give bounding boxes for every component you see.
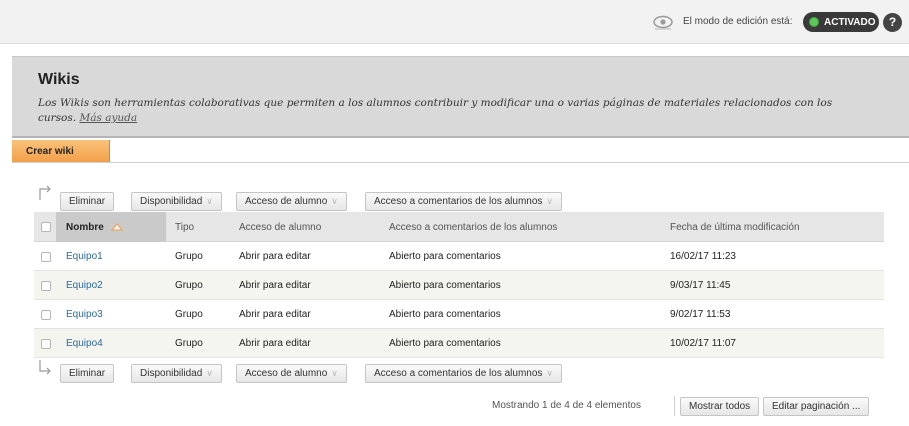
wiki-name-link[interactable]: Equipo1 — [66, 251, 103, 262]
edit-mode-toggle[interactable]: ACTIVADO — [803, 12, 879, 32]
table-row: Equipo1 Grupo Abrir para editar Abierto … — [34, 242, 884, 271]
sort-ascending-icon — [110, 223, 123, 231]
show-all-button[interactable]: Mostrar todos — [680, 397, 760, 416]
availability-label: Disponibilidad — [140, 196, 203, 207]
wiki-type: Grupo — [175, 251, 203, 262]
edit-mode-state: ACTIVADO — [824, 16, 876, 28]
comment-access-dropdown[interactable]: Acceso a comentarios de los alumnos ∨ — [365, 364, 563, 383]
column-header-comment-access[interactable]: Acceso a comentarios de los alumnos — [389, 222, 557, 233]
edit-mode-label: El modo de edición está: — [683, 16, 793, 27]
comment-access-dropdown[interactable]: Acceso a comentarios de los alumnos ∨ — [365, 192, 563, 211]
page-title: Wikis — [38, 71, 80, 88]
table-header: Nombre Tipo Acceso de alumno Acceso a co… — [34, 212, 884, 242]
chevron-down-icon: ∨ — [546, 368, 554, 378]
comment-access-label: Acceso a comentarios de los alumnos — [374, 196, 543, 207]
wiki-modified-date: 16/02/17 11:23 — [670, 251, 736, 262]
student-access-dropdown[interactable]: Acceso de alumno ∨ — [236, 192, 347, 211]
comment-access-label: Acceso a comentarios de los alumnos — [374, 368, 543, 379]
select-arrow-icon — [39, 360, 51, 375]
delete-button[interactable]: Eliminar — [60, 364, 115, 383]
wiki-student-access: Abrir para editar — [239, 309, 311, 320]
row-checkbox[interactable] — [41, 339, 51, 349]
wiki-comment-access: Abierto para comentarios — [389, 309, 501, 320]
table-row: Equipo3 Grupo Abrir para editar Abierto … — [34, 300, 884, 329]
column-header-label: Nombre — [66, 222, 104, 233]
chevron-down-icon: ∨ — [331, 196, 338, 206]
availability-dropdown[interactable]: Disponibilidad ∨ — [131, 364, 222, 383]
table-row: Equipo4 Grupo Abrir para editar Abierto … — [34, 329, 884, 358]
chevron-down-icon: ∨ — [206, 368, 213, 378]
action-bar: Crear wiki — [12, 139, 909, 163]
description-text: Los Wikis son herramientas colaborativas… — [38, 97, 833, 124]
student-access-dropdown[interactable]: Acceso de alumno ∨ — [236, 364, 347, 383]
table-row: Equipo2 Grupo Abrir para editar Abierto … — [34, 271, 884, 300]
chevron-down-icon: ∨ — [546, 196, 554, 206]
delete-label: Eliminar — [69, 196, 106, 207]
delete-button[interactable]: Eliminar — [60, 192, 115, 211]
column-header-type[interactable]: Tipo — [175, 222, 194, 233]
wiki-name-link[interactable]: Equipo4 — [66, 338, 103, 349]
wiki-student-access: Abrir para editar — [239, 280, 311, 291]
more-help-link[interactable]: Más ayuda — [79, 112, 137, 124]
wiki-name-link[interactable]: Equipo2 — [66, 280, 103, 291]
availability-label: Disponibilidad — [140, 368, 203, 379]
column-header-student-access[interactable]: Acceso de alumno — [239, 222, 321, 233]
select-arrow-icon — [39, 185, 51, 200]
column-header-modified-date[interactable]: Fecha de última modificación — [670, 222, 800, 233]
wiki-modified-date: 9/02/17 11:53 — [670, 309, 731, 320]
wiki-type: Grupo — [175, 309, 203, 320]
status-dot-icon — [809, 17, 819, 27]
edit-paging-button[interactable]: Editar paginación ... — [763, 397, 870, 416]
row-checkbox[interactable] — [41, 310, 51, 320]
wiki-comment-access: Abierto para comentarios — [389, 280, 501, 291]
wiki-comment-access: Abierto para comentarios — [389, 338, 501, 349]
pagination-summary: Mostrando 1 de 4 de 4 elementos — [492, 400, 641, 411]
student-access-label: Acceso de alumno — [245, 196, 328, 207]
wiki-modified-date: 10/02/17 11:07 — [670, 338, 736, 349]
wiki-type: Grupo — [175, 338, 203, 349]
column-header-name[interactable]: Nombre — [66, 222, 123, 233]
wiki-name-link[interactable]: Equipo3 — [66, 309, 103, 320]
student-access-label: Acceso de alumno — [245, 368, 328, 379]
wiki-type: Grupo — [175, 280, 203, 291]
divider — [674, 396, 675, 416]
top-bar: El modo de edición está: ACTIVADO ? — [0, 0, 909, 44]
wiki-student-access: Abrir para editar — [239, 251, 311, 262]
wiki-modified-date: 9/03/17 11:45 — [670, 280, 731, 291]
help-icon[interactable]: ? — [883, 13, 902, 32]
chevron-down-icon: ∨ — [331, 368, 338, 378]
wiki-student-access: Abrir para editar — [239, 338, 311, 349]
eye-icon[interactable] — [652, 13, 674, 31]
select-all-checkbox[interactable] — [41, 222, 51, 232]
availability-dropdown[interactable]: Disponibilidad ∨ — [131, 192, 222, 211]
page-header: Wikis Los Wikis son herramientas colabor… — [12, 56, 909, 138]
wiki-comment-access: Abierto para comentarios — [389, 251, 501, 262]
chevron-down-icon: ∨ — [206, 196, 213, 206]
create-wiki-button[interactable]: Crear wiki — [12, 140, 110, 162]
delete-label: Eliminar — [69, 368, 106, 379]
page-description: Los Wikis son herramientas colaborativas… — [38, 96, 868, 126]
row-checkbox[interactable] — [41, 252, 51, 262]
row-checkbox[interactable] — [41, 281, 51, 291]
